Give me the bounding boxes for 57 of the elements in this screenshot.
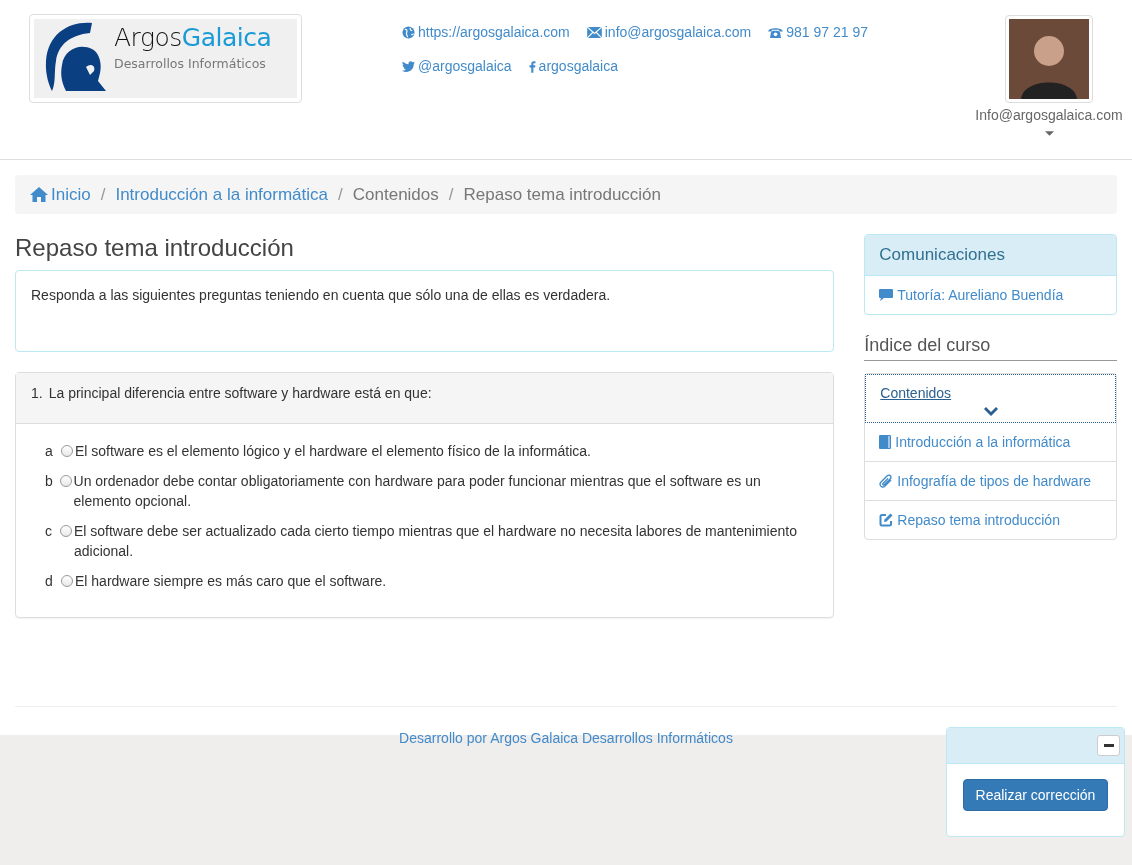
logo-subtitle: Desarrollos Informáticos: [114, 56, 267, 71]
breadcrumb-separator: /: [447, 184, 455, 205]
user-menu[interactable]: Info@argosgalaica.com: [975, 107, 1123, 123]
course-index-title: Índice del curso: [864, 335, 1117, 361]
option-letter: c: [45, 522, 53, 541]
radio-button[interactable]: [61, 575, 73, 587]
footer-link[interactable]: Desarrollo por Argos Galaica Desarrollos Informáticos: [399, 730, 733, 746]
section-link[interactable]: Contenidos: [880, 385, 952, 401]
radio-button[interactable]: [59, 475, 72, 487]
breadcrumb-item: Contenidos: [352, 184, 439, 205]
question-text: La principal diferencia entre software y hardware está en que:: [48, 385, 432, 403]
speech-bubble-icon: [879, 289, 894, 301]
question-number: 1.: [31, 385, 43, 403]
logo-wordmark-accent: Galaica: [181, 23, 272, 52]
communications-title: Comunicaciones: [865, 235, 1116, 276]
option-letter: d: [45, 572, 54, 591]
edit-icon: [879, 513, 894, 527]
radio-button[interactable]: [59, 525, 72, 537]
contact-link[interactable]: https://argosgalaica.com: [402, 22, 570, 42]
option-text[interactable]: Un ordenador debe contar obligatoriamente con hardware para poder funcionar mientras que el software es un elemento opcional.: [73, 471, 819, 511]
course-index-link[interactable]: Introducción a la informática: [865, 423, 1116, 461]
chevron-down-icon[interactable]: [983, 407, 998, 416]
option-text[interactable]: El hardware siempre es más caro que el software.: [75, 571, 397, 591]
caret-icon[interactable]: [1044, 131, 1054, 136]
breadcrumb-link[interactable]: Introducción a la informática: [115, 184, 329, 205]
course-index-link[interactable]: Repaso tema introducción: [865, 500, 1116, 539]
correction-button[interactable]: Realizar corrección: [962, 779, 1109, 811]
phone-icon: [768, 26, 784, 38]
home-icon: [30, 187, 48, 202]
logo-wordmark: Argos: [114, 23, 182, 52]
breadcrumb-separator: /: [337, 184, 344, 205]
logo[interactable]: ArgosGalaica Desarrollos Informáticos: [29, 14, 302, 103]
minus-icon: [1103, 744, 1114, 747]
tutoring-link[interactable]: Tutoría: Aureliano Buendía: [865, 276, 1116, 314]
option-letter: a: [45, 442, 54, 461]
facebook-icon: [528, 59, 536, 73]
contact-link[interactable]: 981 97 21 97: [768, 22, 868, 42]
globe-icon: [402, 25, 415, 39]
minimize-button[interactable]: [1097, 735, 1120, 756]
radio-button[interactable]: [61, 445, 73, 457]
envelope-icon: [586, 26, 602, 38]
breadcrumb-separator: /: [99, 184, 107, 205]
course-index-link[interactable]: Infografía de tipos de hardware: [865, 461, 1116, 500]
breadcrumb-link[interactable]: Inicio: [30, 184, 91, 205]
bird-icon: [402, 60, 415, 72]
contact-link[interactable]: argosgalaica: [528, 56, 618, 76]
option-text[interactable]: El software es el elemento lógico y el hardware el elemento físico de la informática.: [75, 441, 601, 461]
book-icon: [879, 435, 892, 449]
page-title: Repaso tema introducción: [15, 234, 295, 262]
contact-link[interactable]: info@argosgalaica.com: [586, 22, 752, 42]
contact-link[interactable]: @argosgalaica: [402, 56, 512, 76]
instructions-text: Responda a las siguientes preguntas teniendo en cuenta que sólo una de ellas es verdadera.: [31, 287, 612, 303]
avatar-photo-placeholder[interactable]: [1005, 15, 1093, 103]
breadcrumb-item: Repaso tema introducción: [463, 184, 662, 205]
option-text[interactable]: El software debe ser actualizado cada cierto tiempo mientras que el hardware no necesita labores de mantenimiento adicional.: [73, 521, 819, 561]
option-letter: b: [45, 472, 54, 491]
paperclip-icon: [879, 474, 894, 488]
